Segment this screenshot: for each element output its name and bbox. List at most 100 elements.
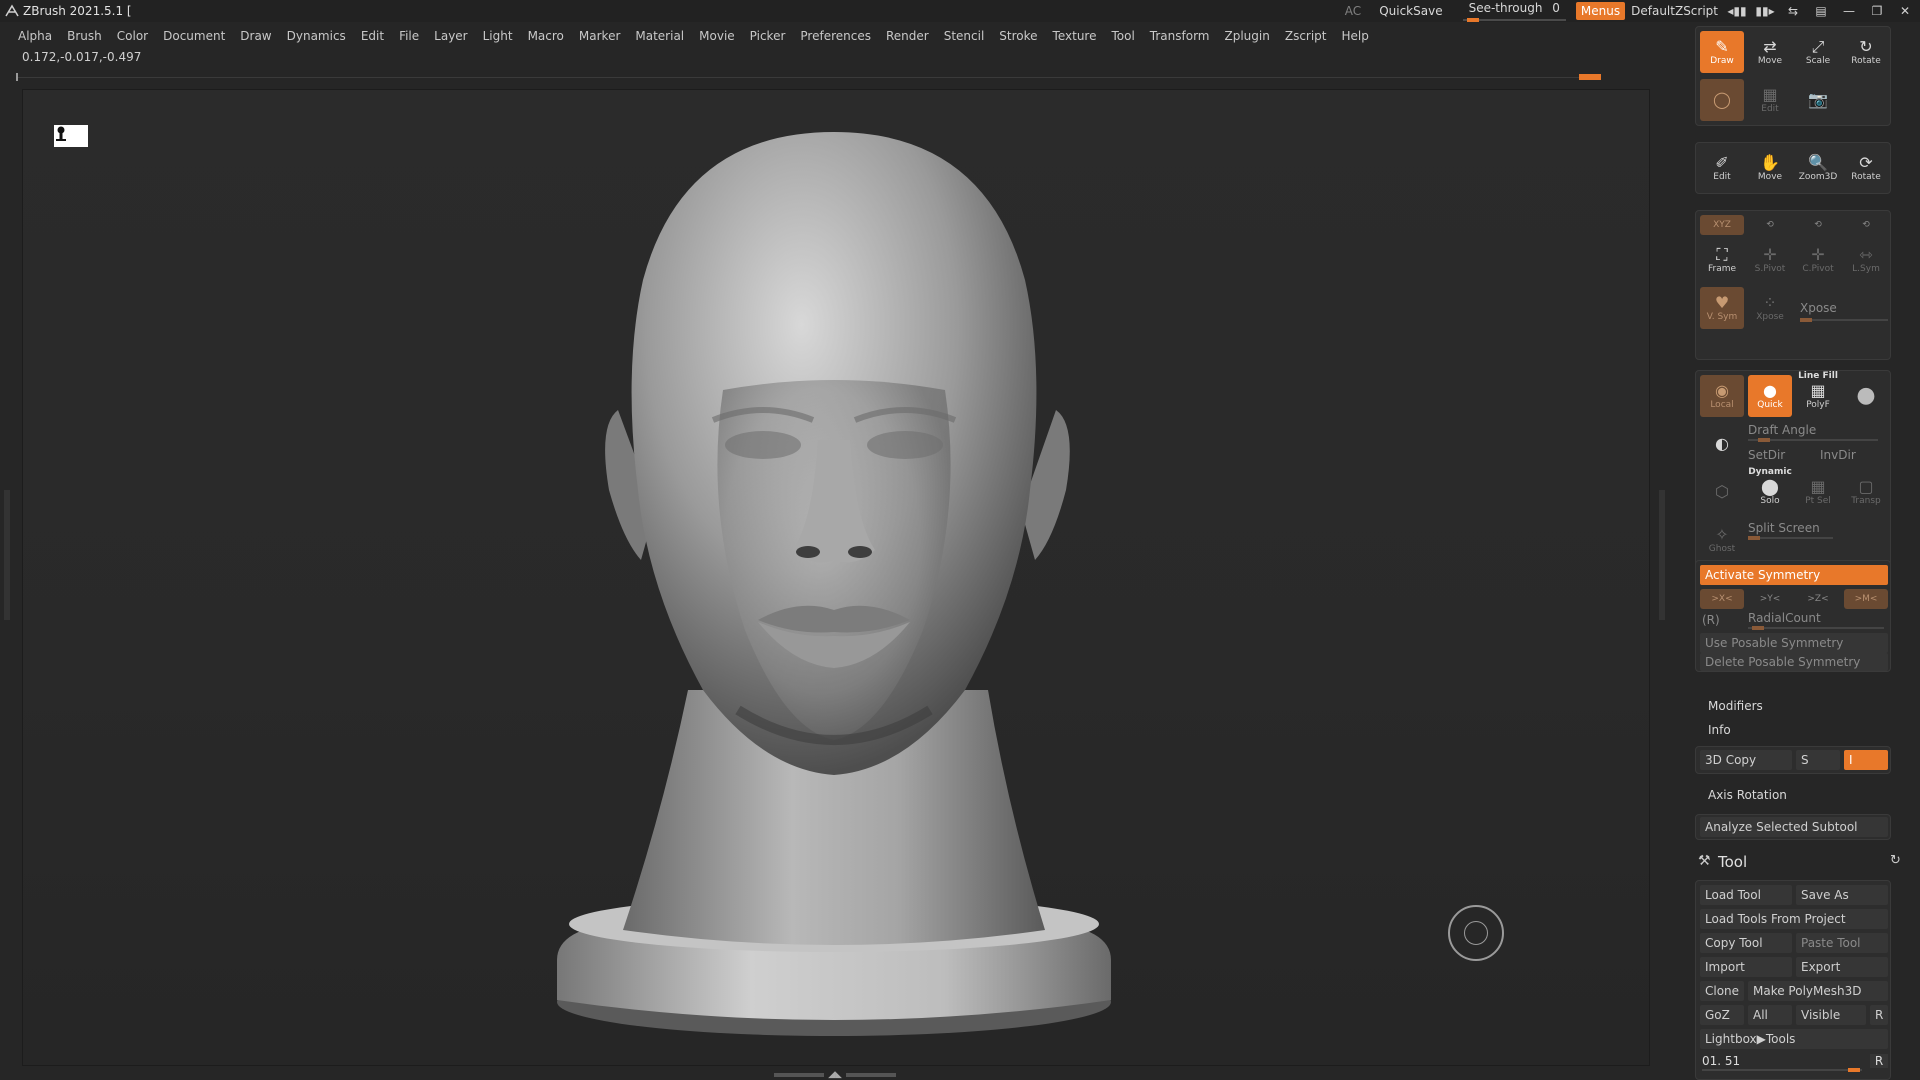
- activate-symmetry-button[interactable]: Activate Symmetry: [1700, 565, 1888, 585]
- menu-item-transform[interactable]: Transform: [1150, 29, 1217, 43]
- ghost-button[interactable]: ✧ Ghost: [1700, 519, 1744, 561]
- sym-z-button[interactable]: >Z<: [1796, 589, 1840, 609]
- import-button[interactable]: Import: [1700, 957, 1792, 977]
- menus-toggle-button[interactable]: Menus: [1575, 2, 1626, 20]
- transp-button[interactable]: ▢ Transp: [1844, 471, 1888, 513]
- menu-item-help[interactable]: Help: [1342, 29, 1376, 43]
- modifiers-section[interactable]: Modifiers: [1708, 699, 1763, 713]
- left-tray-handle[interactable]: [4, 490, 10, 620]
- axis-rotation-section[interactable]: Axis Rotation: [1708, 788, 1787, 802]
- tool-slider-r-button[interactable]: R: [1870, 1054, 1888, 1068]
- ptsel-button[interactable]: ▦ Pt Sel: [1796, 471, 1840, 513]
- solo-button[interactable]: Dynamic ⬤ Solo: [1748, 467, 1792, 513]
- material-sphere-button[interactable]: ◯: [1700, 79, 1744, 121]
- tool-slider-track[interactable]: [1702, 1069, 1862, 1071]
- split-screen-track[interactable]: [1748, 537, 1833, 539]
- lsym-button[interactable]: ⇿ L.Sym: [1844, 239, 1888, 281]
- xyz-rotate-button[interactable]: XYZ: [1700, 215, 1744, 235]
- paste-tool-button[interactable]: Paste Tool: [1796, 933, 1888, 953]
- refresh-icon[interactable]: ↻: [1890, 853, 1901, 868]
- menu-item-macro[interactable]: Macro: [528, 29, 571, 43]
- clone-button[interactable]: Clone: [1700, 981, 1744, 1001]
- minimize-icon[interactable]: —: [1840, 3, 1858, 19]
- menu-item-preferences[interactable]: Preferences: [800, 29, 878, 43]
- menu-item-zscript[interactable]: Zscript: [1285, 29, 1334, 43]
- quicksave-button[interactable]: QuickSave: [1379, 4, 1442, 18]
- xpose-button[interactable]: ⁘ Xpose: [1748, 287, 1792, 329]
- menu-item-alpha[interactable]: Alpha: [18, 29, 59, 43]
- goz-button[interactable]: GoZ: [1700, 1005, 1744, 1025]
- menu-item-brush[interactable]: Brush: [67, 29, 109, 43]
- delete-posable-symmetry-button[interactable]: Delete Posable Symmetry: [1700, 653, 1888, 671]
- invdir-button[interactable]: InvDir: [1820, 448, 1856, 462]
- draft-angle-knob[interactable]: [1758, 438, 1770, 442]
- head-model[interactable]: [23, 90, 1651, 1067]
- analyze-selected-subtool-button[interactable]: Analyze Selected Subtool: [1700, 817, 1888, 837]
- right-tray-handle[interactable]: [1659, 490, 1665, 620]
- copy3d-s-button[interactable]: S: [1796, 750, 1840, 770]
- vsym-button[interactable]: ♥ V. Sym: [1700, 287, 1744, 329]
- spivot-button[interactable]: ✛ S.Pivot: [1748, 239, 1792, 281]
- menu-item-file[interactable]: File: [399, 29, 426, 43]
- menu-item-texture[interactable]: Texture: [1053, 29, 1104, 43]
- make-polymesh3d-button[interactable]: Make PolyMesh3D: [1748, 981, 1888, 1001]
- draw-button[interactable]: ✎ Draw: [1700, 31, 1744, 73]
- color-swap-icon[interactable]: ⇆: [1784, 3, 1802, 19]
- move-mode-button[interactable]: ⇄ Move: [1748, 31, 1792, 73]
- menu-item-layer[interactable]: Layer: [434, 29, 474, 43]
- default-zscript-button[interactable]: DefaultZScript: [1631, 4, 1718, 18]
- sym-x-button[interactable]: >X<: [1700, 589, 1744, 609]
- ac-indicator[interactable]: AC: [1345, 4, 1361, 18]
- menu-item-draw[interactable]: Draw: [240, 29, 278, 43]
- edit-view-button[interactable]: ✐ Edit: [1700, 147, 1744, 189]
- rotate-view-button[interactable]: ⟳ Rotate: [1844, 147, 1888, 189]
- lightbox-tools-button[interactable]: Lightbox▶Tools: [1700, 1029, 1888, 1049]
- menu-item-document[interactable]: Document: [163, 29, 232, 43]
- quick-render-button[interactable]: ● Quick: [1748, 375, 1792, 417]
- bottom-tray-handle[interactable]: ◢◣: [770, 1070, 900, 1080]
- expand-arrows-icon[interactable]: ◢◣: [828, 1070, 842, 1080]
- cube-button[interactable]: ⬡: [1700, 471, 1744, 513]
- z-rotate-button[interactable]: ⟲: [1796, 215, 1840, 235]
- copy-tool-button[interactable]: Copy Tool: [1700, 933, 1792, 953]
- radial-toggle[interactable]: (R): [1702, 613, 1720, 627]
- see-through-slider[interactable]: See-through 0: [1462, 1, 1566, 22]
- info-section[interactable]: Info: [1708, 723, 1731, 737]
- menu-item-stencil[interactable]: Stencil: [944, 29, 992, 43]
- menu-item-stroke[interactable]: Stroke: [999, 29, 1044, 43]
- layout-toggle-icon[interactable]: ▤: [1812, 3, 1830, 19]
- menu-item-dynamics[interactable]: Dynamics: [287, 29, 353, 43]
- goz-all-button[interactable]: All: [1748, 1005, 1792, 1025]
- snapshot-button[interactable]: 📷: [1796, 79, 1840, 121]
- menu-item-edit[interactable]: Edit: [361, 29, 391, 43]
- menu-item-tool[interactable]: Tool: [1111, 29, 1141, 43]
- load-tool-button[interactable]: Load Tool: [1700, 885, 1792, 905]
- menu-item-zplugin[interactable]: Zplugin: [1225, 29, 1277, 43]
- menu-item-light[interactable]: Light: [483, 29, 520, 43]
- menu-item-material[interactable]: Material: [635, 29, 691, 43]
- move-view-button[interactable]: ✋ Move: [1748, 147, 1792, 189]
- frame-button[interactable]: ⛶ Frame: [1700, 239, 1744, 281]
- sym-m-button[interactable]: >M<: [1844, 589, 1888, 609]
- transp-sphere-button[interactable]: ●: [1844, 375, 1888, 417]
- edit-button[interactable]: ▦ Edit: [1748, 79, 1792, 121]
- layout-cycle-icon[interactable]: ◂▮▮: [1727, 3, 1746, 19]
- menu-item-color[interactable]: Color: [117, 29, 155, 43]
- setdir-button[interactable]: SetDir: [1748, 448, 1785, 462]
- polyf-button[interactable]: Line Fill ▦ PolyF: [1796, 371, 1840, 417]
- slider-orange-marker[interactable]: [1579, 74, 1601, 80]
- goz-visible-button[interactable]: Visible: [1796, 1005, 1866, 1025]
- radial-count-track[interactable]: [1748, 627, 1884, 629]
- zoom3d-button[interactable]: 🔍 Zoom3D: [1796, 147, 1840, 189]
- contrast-button[interactable]: ◐: [1700, 423, 1744, 465]
- save-as-button[interactable]: Save As: [1796, 885, 1888, 905]
- close-icon[interactable]: ✕: [1896, 3, 1914, 19]
- use-posable-symmetry-button[interactable]: Use Posable Symmetry: [1700, 633, 1888, 653]
- copy3d-button[interactable]: 3D Copy: [1700, 750, 1792, 770]
- load-tools-from-project-button[interactable]: Load Tools From Project: [1700, 909, 1888, 929]
- copy3d-i-button[interactable]: I: [1844, 750, 1888, 770]
- cpivot-button[interactable]: ✛ C.Pivot: [1796, 239, 1840, 281]
- goz-r-button[interactable]: R: [1870, 1005, 1888, 1025]
- top-shelf-slider[interactable]: [16, 73, 1601, 81]
- split-screen-knob[interactable]: [1748, 536, 1760, 540]
